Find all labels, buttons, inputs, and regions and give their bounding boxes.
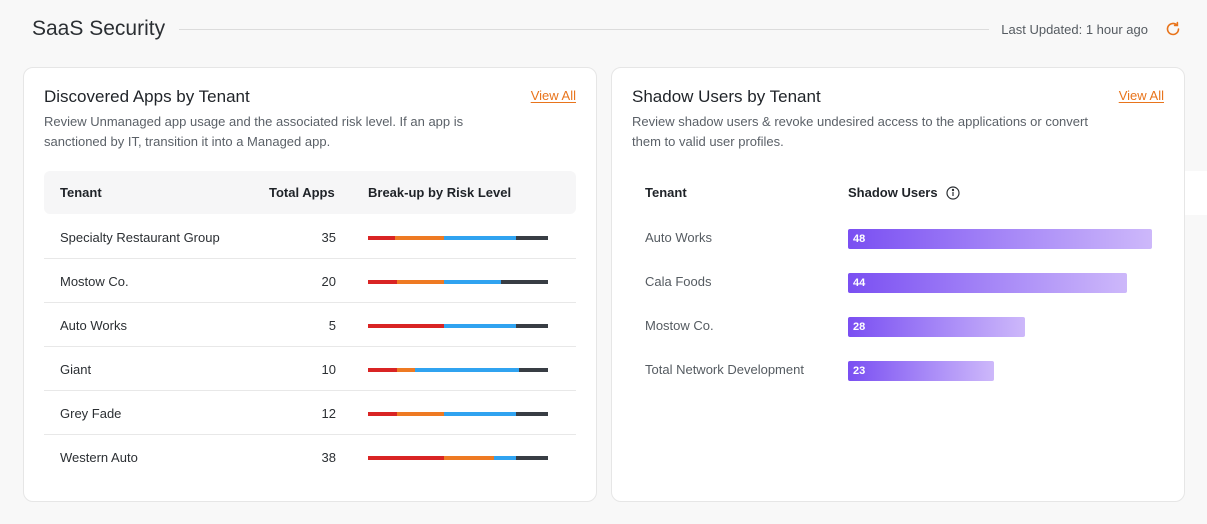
risk-segment-low: [515, 412, 548, 416]
discovered-view-all-link[interactable]: View All: [531, 88, 576, 103]
column-header-tenant: Tenant: [60, 185, 102, 200]
page-title: SaaS Security: [32, 17, 166, 40]
risk-level-bar: [368, 324, 548, 328]
tenant-name: Western Auto: [60, 450, 138, 465]
risk-segment-critical: [368, 368, 397, 372]
table-row[interactable]: Grey Fade 12: [44, 391, 576, 435]
table-row[interactable]: Specialty Restaurant Group 35: [44, 215, 576, 259]
risk-segment-medium: [443, 236, 516, 240]
column-header-total-apps: Total Apps: [269, 185, 335, 200]
shadow-users-bar: 48: [848, 229, 1152, 249]
risk-level-bar: [368, 280, 548, 284]
table-row[interactable]: Giant 10: [44, 347, 576, 391]
total-apps-value: 12: [321, 406, 336, 421]
risk-segment-high: [396, 412, 444, 416]
table-row[interactable]: Mostow Co. 28: [632, 303, 1172, 347]
risk-segment-high: [396, 368, 415, 372]
total-apps-value: 20: [321, 274, 336, 289]
total-apps-value: 10: [321, 362, 336, 377]
header-divider: [179, 28, 990, 30]
shadow-users-count: 23: [853, 365, 866, 377]
risk-segment-medium: [414, 368, 520, 372]
risk-level-bar: [368, 456, 548, 460]
risk-segment-medium: [493, 456, 516, 460]
column-header-shadow-users: Shadow Users: [848, 185, 960, 200]
table-row[interactable]: Mostow Co. 20: [44, 259, 576, 303]
tenant-name: Mostow Co.: [60, 274, 129, 289]
risk-segment-critical: [368, 456, 444, 460]
risk-segment-low: [515, 236, 548, 240]
shadow-view-all-link[interactable]: View All: [1119, 88, 1164, 103]
risk-segment-low: [515, 456, 548, 460]
tenant-name: Total Network Development: [645, 362, 804, 377]
shadow-users-bar: 23: [848, 361, 994, 381]
total-apps-value: 35: [321, 230, 336, 245]
table-row[interactable]: Cala Foods 44: [632, 259, 1172, 303]
total-apps-value: 38: [321, 450, 336, 465]
shadow-users-description: Review shadow users & revoke undesired a…: [632, 114, 1088, 149]
shadow-users-count: 48: [853, 233, 866, 245]
risk-level-bar: [368, 236, 548, 240]
tenant-name: Cala Foods: [645, 274, 712, 289]
table-row[interactable]: Auto Works 5: [44, 303, 576, 347]
tenant-name: Auto Works: [60, 318, 127, 333]
total-apps-value: 5: [328, 318, 336, 333]
table-row[interactable]: Auto Works 48: [632, 215, 1172, 259]
tenant-name: Giant: [60, 362, 92, 377]
risk-segment-critical: [368, 236, 395, 240]
discovered-apps-card: Discovered Apps by Tenant View All Revie…: [23, 67, 597, 502]
risk-segment-medium: [443, 412, 516, 416]
tenant-name: Specialty Restaurant Group: [60, 230, 220, 245]
shadow-users-count: 44: [853, 277, 866, 289]
page-header: SaaS Security Last Updated: 1 hour ago: [32, 14, 1182, 44]
risk-level-bar: [368, 368, 548, 372]
tenant-name: Auto Works: [645, 230, 712, 245]
tenant-name: Mostow Co.: [645, 318, 714, 333]
info-icon[interactable]: [945, 185, 960, 200]
discovered-apps-description: Review Unmanaged app usage and the assoc…: [44, 114, 464, 149]
risk-segment-low: [519, 368, 548, 372]
column-header-shadow-users-label: Shadow Users: [848, 185, 938, 200]
shadow-users-title: Shadow Users by Tenant: [632, 87, 821, 106]
table-row[interactable]: Western Auto 38: [44, 435, 576, 479]
shadow-table-header: Tenant Shadow Users: [632, 171, 1192, 214]
refresh-icon[interactable]: [1164, 20, 1182, 38]
shadow-users-bar: 44: [848, 273, 1127, 293]
shadow-users-count: 28: [853, 321, 866, 333]
risk-segment-critical: [368, 324, 444, 328]
shadow-users-card: Shadow Users by Tenant View All Review s…: [611, 67, 1185, 502]
column-header-risk-breakup: Break-up by Risk Level: [368, 185, 512, 200]
risk-segment-high: [443, 456, 494, 460]
edge-strip: [1185, 171, 1207, 215]
risk-segment-high: [395, 236, 444, 240]
discovered-table-header: Tenant Total Apps Break-up by Risk Level: [44, 171, 576, 214]
risk-segment-critical: [368, 412, 397, 416]
discovered-apps-title: Discovered Apps by Tenant: [44, 87, 250, 106]
risk-segment-low: [501, 280, 548, 284]
shadow-users-bar: 28: [848, 317, 1025, 337]
column-header-tenant: Tenant: [645, 185, 687, 200]
risk-level-bar: [368, 412, 548, 416]
risk-segment-high: [396, 280, 444, 284]
risk-segment-low: [515, 324, 548, 328]
table-row[interactable]: Total Network Development 23: [632, 347, 1172, 391]
risk-segment-medium: [443, 324, 516, 328]
last-updated-text: Last Updated: 1 hour ago: [1001, 21, 1148, 37]
risk-segment-critical: [368, 280, 397, 284]
tenant-name: Grey Fade: [60, 406, 122, 421]
risk-segment-medium: [443, 280, 502, 284]
